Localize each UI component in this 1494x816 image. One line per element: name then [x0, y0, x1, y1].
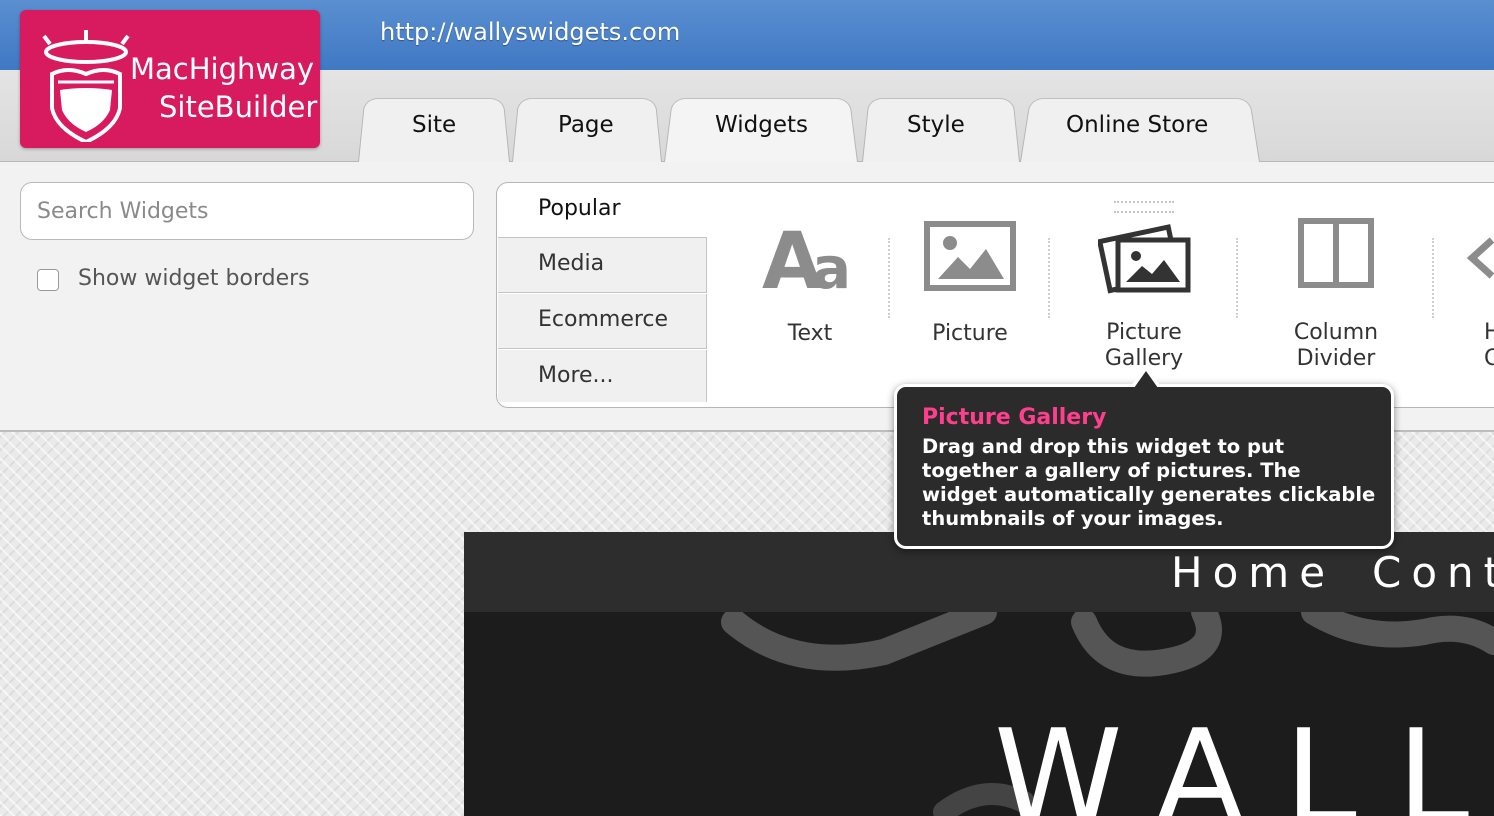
column-divider-icon	[1298, 218, 1374, 288]
site-nav-contact[interactable]: Cont	[1372, 548, 1494, 597]
picture-gallery-icon	[1096, 224, 1191, 294]
site-preview: Home Cont WALL	[464, 532, 1494, 816]
tab-style-label[interactable]: Style	[907, 112, 965, 138]
chevron-left-icon	[1466, 237, 1494, 279]
tab-widgets-label[interactable]: Widgets	[715, 112, 808, 138]
widget-column-divider-label-line1: Column	[1293, 320, 1379, 345]
category-more-label: More...	[538, 363, 614, 388]
category-ecommerce-label: Ecommerce	[538, 307, 669, 332]
widget-picture-gallery-label: Picture Gallery	[1084, 320, 1204, 372]
logo: MacHighway SiteBuilder	[20, 10, 320, 148]
text-aa-icon: A a	[762, 217, 851, 307]
widget-column-divider-label-line2: Divider	[1296, 346, 1376, 371]
widget-column-divider[interactable]	[1298, 218, 1374, 288]
widget-partial[interactable]	[1466, 236, 1494, 280]
tab-site-label[interactable]: Site	[412, 112, 456, 138]
widget-tooltip: Picture Gallery Drag and drop this widge…	[894, 384, 1394, 549]
tab-online-store-label[interactable]: Online Store	[1066, 112, 1208, 138]
widget-picture-label: Picture	[932, 321, 1008, 346]
tab-page-label[interactable]: Page	[558, 112, 614, 138]
widget-picture[interactable]	[924, 221, 1016, 291]
category-ecommerce[interactable]: Ecommerce	[498, 294, 707, 349]
category-media[interactable]: Media	[498, 238, 707, 293]
category-more[interactable]: More...	[498, 350, 707, 402]
picture-icon	[924, 221, 1016, 291]
widget-picture-gallery[interactable]	[1096, 218, 1192, 294]
site-hero-title: WALL	[994, 701, 1494, 816]
logo-shield-icon	[42, 30, 130, 142]
widget-partial-label-line2: C	[1484, 346, 1494, 371]
drag-handle[interactable]	[1114, 201, 1174, 213]
category-popular[interactable]: Popular	[498, 183, 707, 238]
tooltip-title: Picture Gallery	[922, 405, 1107, 430]
category-popular-label: Popular	[538, 196, 621, 221]
show-borders-checkbox[interactable]	[37, 269, 59, 291]
tooltip-arrow-inner	[1134, 371, 1158, 388]
svg-text:a: a	[812, 234, 851, 298]
widget-text-label: Text	[787, 321, 833, 346]
search-widgets-input[interactable]	[20, 182, 474, 240]
category-media-label: Media	[538, 251, 605, 276]
widget-partial-label: H C	[1484, 320, 1494, 372]
url-text[interactable]: http://wallyswidgets.com	[380, 18, 680, 46]
logo-text-line1: MacHighway	[130, 52, 315, 86]
widget-column-divider-label: Column Divider	[1276, 320, 1396, 372]
site-nav-home[interactable]: Home	[1171, 548, 1335, 597]
tooltip-body: Drag and drop this widget to put togethe…	[922, 435, 1376, 530]
logo-text-line2: SiteBuilder	[159, 90, 318, 124]
show-borders-label[interactable]: Show widget borders	[78, 266, 310, 291]
widget-separator	[1236, 238, 1238, 318]
widget-partial-label-line1: H	[1484, 320, 1494, 345]
widget-separator	[888, 238, 890, 318]
widget-separator	[1048, 238, 1050, 318]
widget-text[interactable]: A a	[760, 217, 860, 307]
widget-separator	[1432, 238, 1434, 318]
widget-picture-gallery-label-line1: Picture	[1106, 320, 1182, 345]
